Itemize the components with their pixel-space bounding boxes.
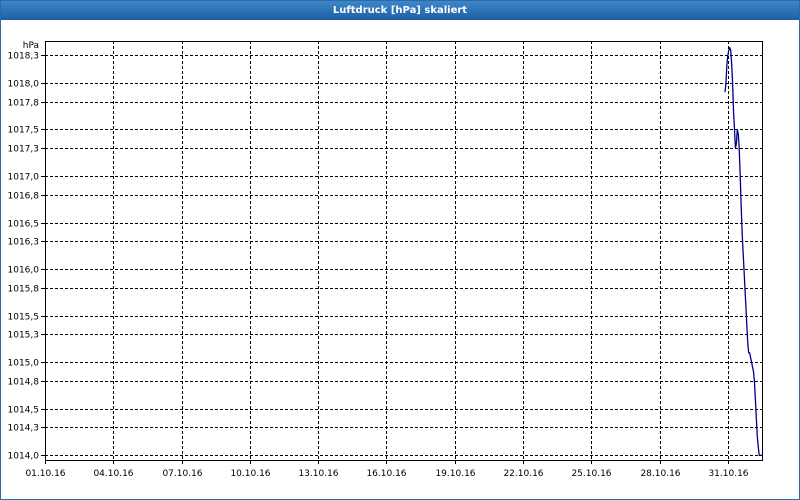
axes-layer (41, 41, 763, 464)
x-tick-label: 07.10.16 (162, 469, 202, 479)
chart-window: Luftdruck [hPa] skaliert 1018,3 1018,0 101… (0, 0, 800, 500)
x-tick-label: 31.10.16 (708, 469, 748, 479)
y-tick-label: 1016,5 (8, 220, 40, 230)
x-tick-label: 22.10.16 (503, 469, 543, 479)
x-tick-label: 01.10.16 (25, 469, 65, 479)
x-tick-label: 10.10.16 (230, 469, 270, 479)
x-tick-label: 19.10.16 (435, 469, 475, 479)
y-tick-label: 1015,0 (8, 359, 40, 369)
y-tick-label: 1017,3 (8, 145, 40, 155)
y-tick-label: 1015,3 (8, 331, 40, 341)
series-line-0 (724, 46, 762, 456)
y-tick-label: 1014,3 (8, 424, 40, 434)
grid-layer (45, 41, 762, 460)
y-tick-label: 1014,5 (8, 406, 40, 416)
y-tick-label: 1018,3 (8, 52, 40, 62)
x-tick-label: 13.10.16 (298, 469, 338, 479)
y-tick-label: 1016,3 (8, 238, 40, 248)
y-tick-label: 1016,0 (8, 266, 40, 276)
pressure-chart: 1018,3 1018,0 1017,8 1017,5 1017,3 1017,0 1016… (8, 41, 763, 479)
y-tick-label: 1017,8 (8, 99, 40, 109)
x-tick-label: 28.10.16 (640, 469, 680, 479)
y-axis-label: hPa (23, 41, 39, 51)
labels-layer: 1018,3 1018,0 1017,8 1017,5 1017,3 1017,0 1016… (8, 41, 749, 479)
y-tick-label: 1016,8 (8, 192, 40, 202)
y-tick-label: 1017,0 (8, 173, 40, 183)
plot-frame (45, 41, 763, 461)
y-tick-label: 1014,0 (8, 452, 40, 462)
x-tick-label: 25.10.16 (571, 469, 611, 479)
y-tick-label: 1014,8 (8, 378, 40, 388)
y-tick-label: 1017,5 (8, 126, 40, 136)
y-tick-label: 1015,5 (8, 313, 40, 323)
x-tick-label: 04.10.16 (93, 469, 133, 479)
x-tick-label: 16.10.16 (366, 469, 406, 479)
series-layer (724, 46, 762, 456)
y-tick-label: 1018,0 (8, 80, 40, 90)
y-tick-label: 1015,8 (8, 285, 40, 295)
